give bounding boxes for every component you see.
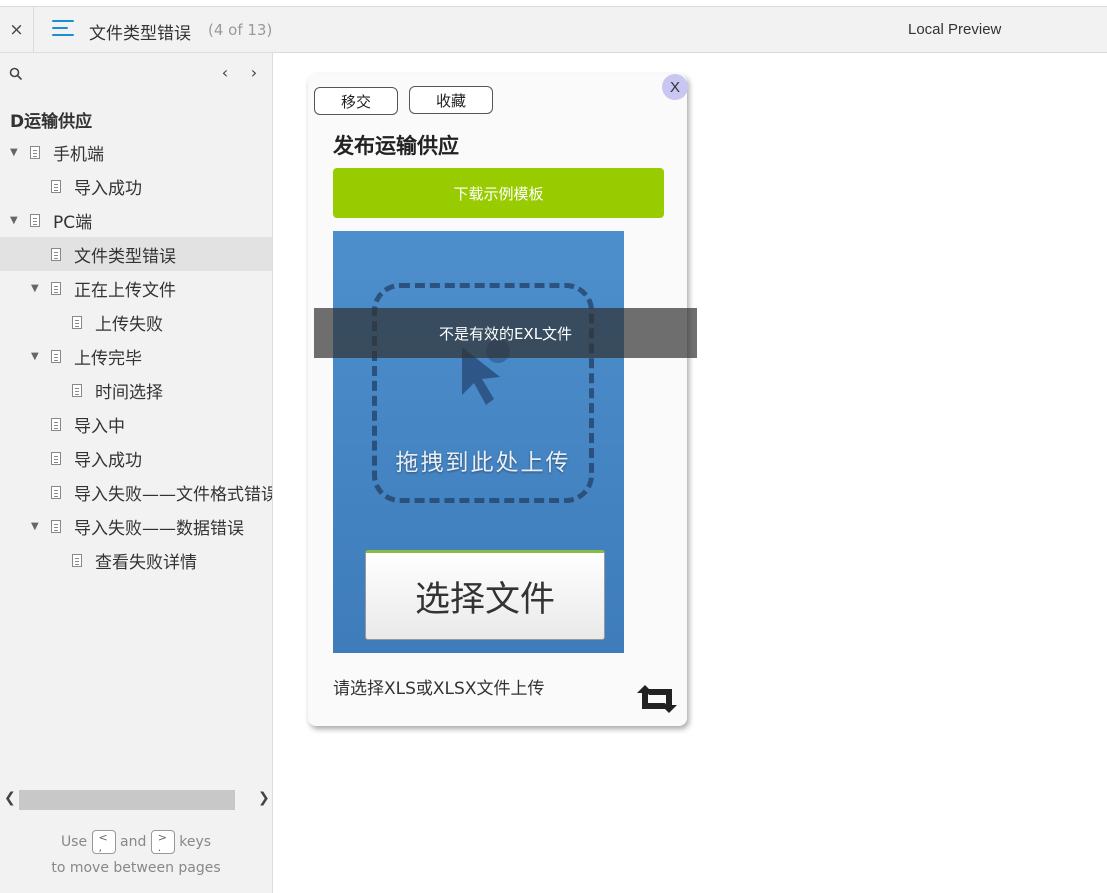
sidebar-item-label: 文件类型错误 bbox=[74, 246, 176, 267]
horizontal-scrollbar[interactable]: ❮ ❯ bbox=[0, 789, 272, 811]
page-icon bbox=[72, 315, 82, 329]
hint-use: Use bbox=[60, 834, 88, 850]
keyboard-hint: Use <, and >. keys to move between pages bbox=[0, 829, 272, 881]
drag-upload-text: 拖拽到此处上传 bbox=[395, 450, 571, 476]
card-close-button[interactable]: X bbox=[662, 74, 688, 100]
page-icon bbox=[72, 553, 82, 567]
sidebar-item[interactable]: ▼ 导入失败——数据错误 bbox=[0, 509, 272, 543]
sidebar-item-label: 时间选择 bbox=[95, 382, 163, 403]
sidebar-item[interactable]: ▼ PC端 bbox=[0, 203, 272, 237]
sidebar-item[interactable]: 导入失败——文件格式错误 bbox=[0, 475, 272, 509]
sidebar-item-label: 手机端 bbox=[53, 144, 104, 165]
page-title: 文件类型错误 bbox=[89, 24, 191, 44]
sidebar-item[interactable]: 导入成功 bbox=[0, 441, 272, 475]
sidebar-item-label: 上传失败 bbox=[95, 314, 163, 335]
sidebar-item-label: 上传完毕 bbox=[74, 348, 142, 369]
sidebar-item-label: PC端 bbox=[53, 212, 93, 233]
sidebar-item-label: 导入中 bbox=[74, 416, 125, 437]
choose-file-button[interactable]: 选择文件 bbox=[365, 550, 605, 640]
hint-keys: keys bbox=[179, 834, 212, 850]
sidebar-item[interactable]: ▼ 正在上传文件 bbox=[0, 271, 272, 305]
refresh-icon[interactable] bbox=[635, 683, 679, 715]
mock-card: 移交 收藏 X 发布运输供应 下载示例模板 拖拽到此处上传 选择文件 请选择XL… bbox=[308, 74, 688, 726]
sidebar-item[interactable]: 导入中 bbox=[0, 407, 272, 441]
upload-drop-area[interactable]: 拖拽到此处上传 选择文件 bbox=[333, 231, 624, 653]
page-count: (4 of 13) bbox=[208, 21, 273, 39]
page-icon bbox=[51, 349, 61, 363]
page-icon bbox=[72, 383, 82, 397]
page-icon bbox=[51, 281, 61, 295]
prev-page-button[interactable]: ‹ bbox=[216, 63, 234, 82]
scrollbar-thumb[interactable] bbox=[19, 790, 235, 810]
tree-root-title: D运输供应 bbox=[10, 112, 93, 132]
page-icon bbox=[51, 247, 61, 261]
sidebar-item[interactable]: 导入成功 bbox=[0, 169, 272, 203]
page-icon bbox=[51, 485, 61, 499]
scroll-right-icon[interactable]: ❯ bbox=[258, 790, 270, 806]
page-tree: ▼ 手机端 导入成功 ▼ PC端 文件类型错误 ▼ 正在上传文件 上传失败 ▼ 上传完毕 时间选择 导入… bbox=[0, 135, 272, 577]
sidebar-item[interactable]: 上传失败 bbox=[0, 305, 272, 339]
sidebar-item-label: 正在上传文件 bbox=[74, 280, 176, 301]
sidebar-item-label: 查看失败详情 bbox=[95, 552, 197, 573]
expand-caret-icon[interactable]: ▼ bbox=[31, 351, 39, 362]
sidebar: ‹ › D运输供应 ▼ 手机端 导入成功 ▼ PC端 文件类型错误 ▼ 正在上传文件 上传失败 ▼… bbox=[0, 53, 273, 893]
page-icon bbox=[51, 519, 61, 533]
collect-button[interactable]: 收藏 bbox=[409, 86, 493, 114]
page-icon bbox=[51, 451, 61, 465]
hint-and: and bbox=[120, 834, 147, 850]
page-icon bbox=[30, 213, 40, 227]
sidebar-item[interactable]: 文件类型错误 bbox=[0, 237, 272, 271]
page-icon bbox=[51, 179, 61, 193]
page-icon bbox=[30, 145, 40, 159]
sidebar-item-label: 导入成功 bbox=[74, 450, 142, 471]
expand-caret-icon[interactable]: ▼ bbox=[10, 215, 18, 226]
sidebar-item-label: 导入失败——数据错误 bbox=[74, 518, 244, 539]
sidebar-item[interactable]: 时间选择 bbox=[0, 373, 272, 407]
upload-instructions: 请选择XLS或XLSX文件上传 bbox=[333, 679, 545, 699]
close-button[interactable]: × bbox=[0, 7, 34, 52]
next-page-button[interactable]: › bbox=[245, 63, 263, 82]
download-template-button[interactable]: 下载示例模板 bbox=[333, 168, 664, 218]
search-icon[interactable] bbox=[9, 67, 23, 81]
sidebar-item-label: 导入失败——文件格式错误 bbox=[74, 484, 273, 505]
card-title: 发布运输供应 bbox=[333, 134, 459, 158]
top-bar: × 文件类型错误 (4 of 13) Local Preview bbox=[0, 6, 1107, 53]
expand-caret-icon[interactable]: ▼ bbox=[31, 521, 39, 532]
transfer-button[interactable]: 移交 bbox=[314, 87, 398, 115]
local-preview-label: Local Preview bbox=[908, 21, 1002, 38]
expand-caret-icon[interactable]: ▼ bbox=[10, 147, 18, 158]
sidebar-item[interactable]: 查看失败详情 bbox=[0, 543, 272, 577]
page-icon bbox=[51, 417, 61, 431]
next-key-icon: >. bbox=[150, 830, 175, 854]
error-toast: 不是有效的EXL文件 bbox=[314, 308, 697, 358]
scroll-left-icon[interactable]: ❮ bbox=[4, 790, 16, 806]
prev-key-icon: <, bbox=[91, 830, 116, 854]
hint-line-2: to move between pages bbox=[51, 860, 221, 876]
sidebar-item[interactable]: ▼ 上传完毕 bbox=[0, 339, 272, 373]
menu-icon[interactable] bbox=[52, 20, 74, 38]
sidebar-item-label: 导入成功 bbox=[74, 178, 142, 199]
expand-caret-icon[interactable]: ▼ bbox=[31, 283, 39, 294]
sidebar-item[interactable]: ▼ 手机端 bbox=[0, 135, 272, 169]
